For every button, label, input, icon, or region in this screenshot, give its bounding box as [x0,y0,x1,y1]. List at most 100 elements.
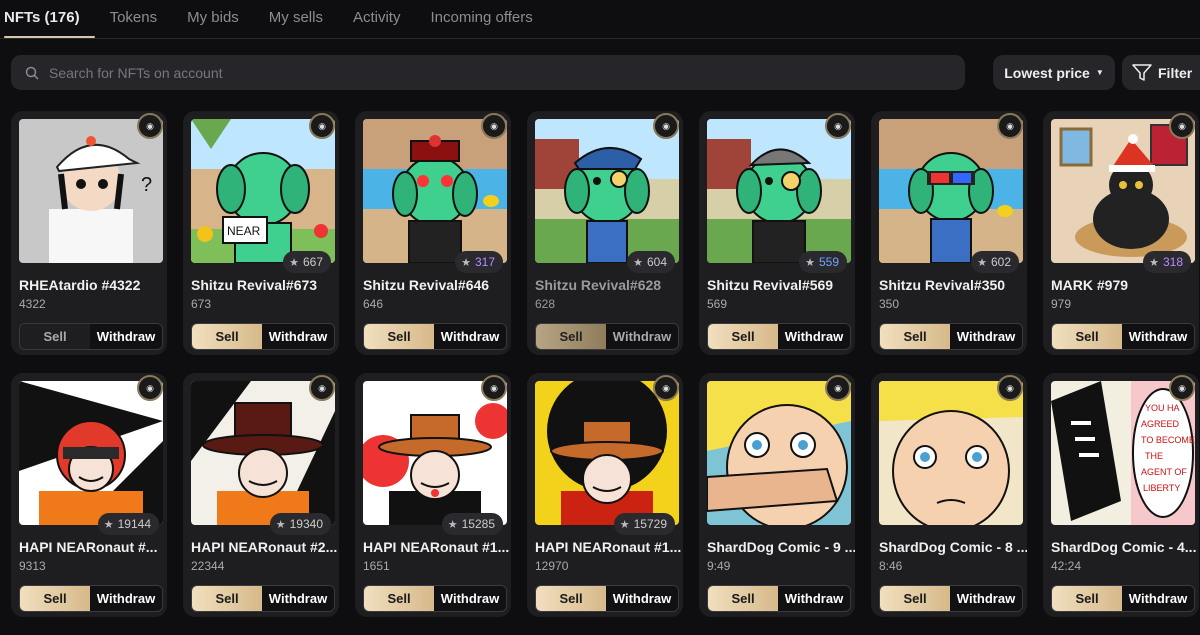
nft-card[interactable]: ◉ ★ 15285 HAPI NEARonaut #1... 1651 Sell Withd… [355,373,511,617]
nft-title: HAPI NEARonaut #1... [535,539,682,555]
nft-card[interactable]: ◉ ★ 19340 HAPI NEARonaut #2... 22344 Sell With… [183,373,339,617]
nft-image[interactable] [363,381,507,525]
filter-icon [1132,63,1152,81]
nft-token-id: 8:46 [879,559,903,573]
sell-button[interactable]: Sell [536,324,606,349]
withdraw-button[interactable]: Withdraw [434,586,506,611]
nft-image[interactable] [879,119,1023,263]
tab-nfts[interactable]: NFTs (176) [0,0,95,38]
nft-title: Shitzu Revival#569 [707,277,834,293]
withdraw-button[interactable]: Withdraw [434,324,506,349]
nft-image[interactable] [191,381,335,525]
collection-badge-icon: ◉ [481,375,507,401]
nft-image[interactable]: ? [19,119,163,263]
star-icon: ★ [619,519,630,531]
withdraw-button[interactable]: Withdraw [778,324,850,349]
sell-button[interactable]: Sell [880,324,950,349]
rarity-badge: ★ 19340 [269,513,331,535]
nft-image[interactable] [363,119,507,263]
nft-card[interactable]: ◉ ★ 602 Shitzu Revival#350 350 Sell Withdraw [871,111,1027,355]
nft-token-id: 569 [707,297,728,311]
nft-card[interactable]: YOU HA AGREED TO BECOME THE AGENT OF LIBERTY ◉… [1043,373,1199,617]
nft-image[interactable]: YOU HA AGREED TO BECOME THE AGENT OF LIBERTY [1051,381,1195,525]
tab-tokens[interactable]: Tokens [95,0,173,38]
withdraw-button[interactable]: Withdraw [950,586,1022,611]
withdraw-button[interactable]: Withdraw [606,586,678,611]
nft-title: ShardDog Comic - 8 ... [879,539,1027,555]
nft-token-id: 9313 [19,559,46,573]
nft-actions: Sell Withdraw [707,585,851,612]
rarity-badge: ★ 318 [1143,251,1191,273]
sell-button[interactable]: Sell [192,324,262,349]
nft-image[interactable] [879,381,1023,525]
star-icon: ★ [103,519,114,531]
sort-dropdown[interactable]: Lowest price ▼ [993,55,1115,90]
nft-title: HAPI NEARonaut #2... [191,539,338,555]
collection-badge-icon: ◉ [653,375,679,401]
search-input[interactable] [49,64,929,81]
tab-my-sells[interactable]: My sells [254,0,338,38]
sort-label: Lowest price [1004,64,1090,81]
nft-title: Shitzu Revival#673 [191,277,318,293]
rarity-rank: 19340 [289,517,323,531]
nft-card[interactable]: ? ◉ RHEAtardio #4322 4322 Sell Withdraw [11,111,167,355]
nft-image[interactable] [535,381,679,525]
star-icon: ★ [447,519,458,531]
nft-image[interactable] [1051,119,1195,263]
sell-button[interactable]: Sell [880,586,950,611]
withdraw-button[interactable]: Withdraw [262,586,334,611]
withdraw-button[interactable]: Withdraw [262,324,334,349]
nft-card[interactable]: ◉ ★ 317 Shitzu Revival#646 646 Sell Withdraw [355,111,511,355]
nft-actions: Sell Withdraw [707,323,851,350]
sell-button[interactable]: Sell [20,324,90,349]
star-icon: ★ [461,257,471,269]
nft-token-id: 350 [879,297,900,311]
nft-image[interactable] [19,381,163,525]
collection-badge-icon: ◉ [1169,113,1195,139]
withdraw-button[interactable]: Withdraw [1122,586,1194,611]
sell-button[interactable]: Sell [364,586,434,611]
nft-image[interactable]: NEAR [191,119,335,263]
nft-token-id: 4322 [19,297,46,311]
nft-card[interactable]: ◉ ★ 19144 HAPI NEARonaut #... 9313 Sell Withdr… [11,373,167,617]
sell-button[interactable]: Sell [1052,324,1122,349]
nft-image[interactable] [707,381,851,525]
star-icon: ★ [275,519,286,531]
sell-button[interactable]: Sell [1052,586,1122,611]
tab-bar: NFTs (176) Tokens My bids My sells Activ… [0,0,1200,39]
sell-button[interactable]: Sell [20,586,90,611]
rarity-rank: 19144 [117,517,151,531]
nft-card[interactable]: ◉ ★ 604 Shitzu Revival#628 628 Sell Withdraw [527,111,683,355]
rarity-rank: 318 [1162,255,1183,269]
tab-activity[interactable]: Activity [338,0,416,38]
nft-card[interactable]: ◉ ShardDog Comic - 9 ... 9:49 Sell Withdraw [699,373,855,617]
sell-button[interactable]: Sell [536,586,606,611]
withdraw-button[interactable]: Withdraw [950,324,1022,349]
nft-actions: Sell Withdraw [535,585,679,612]
nft-card[interactable]: NEAR ◉ ★ 667 Shitzu Revival#673 673 Sell Withdr… [183,111,339,355]
tab-my-bids[interactable]: My bids [172,0,254,38]
nft-card[interactable]: ◉ ★ 318 MARK #979 979 Sell Withdraw [1043,111,1199,355]
tab-incoming-offers[interactable]: Incoming offers [415,0,547,38]
nft-card[interactable]: ◉ ★ 15729 HAPI NEARonaut #1... 12970 Sell With… [527,373,683,617]
search-icon [25,66,39,80]
withdraw-button[interactable]: Withdraw [90,324,162,349]
withdraw-button[interactable]: Withdraw [1122,324,1194,349]
nft-actions: Sell Withdraw [19,323,163,350]
withdraw-button[interactable]: Withdraw [778,586,850,611]
star-icon: ★ [1149,257,1159,269]
nft-image[interactable] [535,119,679,263]
sell-button[interactable]: Sell [708,586,778,611]
sell-button[interactable]: Sell [364,324,434,349]
nft-actions: Sell Withdraw [1051,323,1195,350]
nft-title: Shitzu Revival#646 [363,277,490,293]
nft-card[interactable]: ◉ ShardDog Comic - 8 ... 8:46 Sell Withdraw [871,373,1027,617]
withdraw-button[interactable]: Withdraw [90,586,162,611]
nft-image[interactable] [707,119,851,263]
filter-button[interactable]: Filter [1122,55,1200,90]
withdraw-button[interactable]: Withdraw [606,324,678,349]
rarity-badge: ★ 317 [455,251,503,273]
sell-button[interactable]: Sell [708,324,778,349]
sell-button[interactable]: Sell [192,586,262,611]
nft-card[interactable]: ◉ ★ 559 Shitzu Revival#569 569 Sell Withdraw [699,111,855,355]
